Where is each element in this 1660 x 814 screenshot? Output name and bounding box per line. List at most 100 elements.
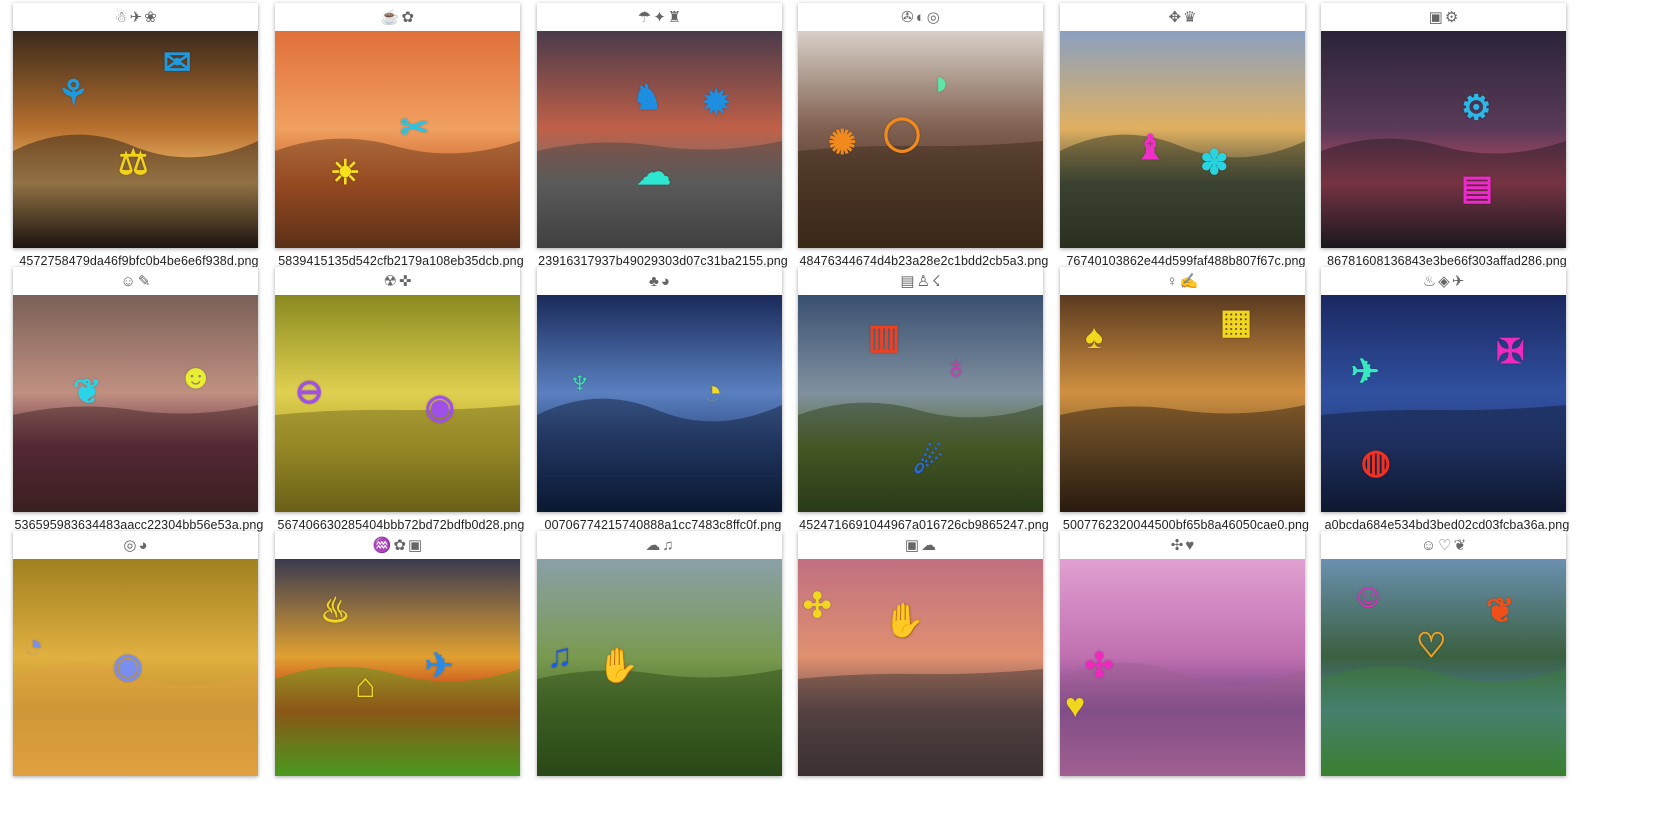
scene-image: ♠ ▦ bbox=[1060, 295, 1305, 512]
sticker-icon: ▦ bbox=[1220, 303, 1253, 341]
thumbnail[interactable]: ☢ ✜ ⊖ ◉ bbox=[275, 267, 520, 512]
scene-image: ⊖ ◉ bbox=[275, 295, 520, 512]
icon-strip: ▣ ⚙ bbox=[1321, 3, 1566, 31]
thumbnail[interactable]: ▤ ♙ ☇ ▥ ♁ ☄ bbox=[798, 267, 1043, 512]
scene-image: ♫ ✋ bbox=[537, 559, 782, 776]
thumbnail[interactable]: ✇ ◐ ◎ ◑ ✺ ◯ bbox=[798, 3, 1043, 248]
sticker-icon: ✂ bbox=[400, 109, 429, 147]
strip-icon: ☺ bbox=[120, 272, 136, 290]
strip-icon: ✥ bbox=[1168, 8, 1182, 26]
image-grid: ☃ ✈ ❀ ⚘ ✉ ⚖ 4572758479da46f9bfc0b4be6e6f938d.p… bbox=[0, 0, 1660, 814]
thumbnail[interactable]: ☁ ♫ ♫ ✋ bbox=[537, 531, 782, 776]
thumbnail[interactable]: ♣ ◕ ♆ ◔ bbox=[537, 267, 782, 512]
strip-icon: ♣ bbox=[649, 272, 659, 290]
image-tile[interactable]: ◎ ◕ ◔ ◉ bbox=[0, 528, 278, 808]
thumbnail[interactable]: ✥ ♛ ♝ ✽ bbox=[1060, 3, 1305, 248]
image-tile[interactable]: ☕ ✿ ✂ ☀ 5839415135d542cfb2179a108eb35dcb.png bbox=[262, 0, 540, 280]
strip-icon: ✣ bbox=[1170, 536, 1184, 554]
strip-icon: ✎ bbox=[137, 272, 151, 290]
sticker-icon: ◉ bbox=[113, 647, 143, 685]
strip-icon: ☁ bbox=[645, 536, 661, 554]
image-tile[interactable]: ✇ ◐ ◎ ◑ ✺ ◯ 48476344674d4b23a28e2c1bdd2cb5a3.p… bbox=[785, 0, 1063, 280]
image-tile[interactable]: ☁ ♫ ♫ ✋ bbox=[524, 528, 802, 808]
icon-strip: ▤ ♙ ☇ bbox=[798, 267, 1043, 295]
image-tile[interactable]: ☺ ♡ ❦ ☺ ❦ ♡ bbox=[1308, 528, 1586, 808]
strip-icon: ♙ bbox=[916, 272, 931, 290]
icon-strip: ☕ ✿ bbox=[275, 3, 520, 31]
sticker-icon: ⚖ bbox=[118, 144, 149, 182]
scene-image: ✣ ♥ bbox=[1060, 559, 1305, 776]
thumbnail[interactable]: ✣ ♥ ✣ ♥ bbox=[1060, 531, 1305, 776]
sticker-icon: ❦ bbox=[1486, 592, 1515, 630]
image-tile[interactable]: ▣ ☁ ✣ ✋ bbox=[785, 528, 1063, 808]
image-tile[interactable]: ☃ ✈ ❀ ⚘ ✉ ⚖ 4572758479da46f9bfc0b4be6e6f938d.p… bbox=[0, 0, 278, 280]
image-tile[interactable]: ✣ ♥ ✣ ♥ bbox=[1047, 528, 1325, 808]
thumbnail[interactable]: ▣ ☁ ✣ ✋ bbox=[798, 531, 1043, 776]
image-tile[interactable]: ♒ ✿ ▣ ♨ ⌂ ✈ bbox=[262, 528, 540, 808]
image-tile[interactable]: ♨ ◈ ✈ ✠ ✈ ◍ a0bcda684e534bd3bed02cd03fcba36a.p… bbox=[1308, 264, 1586, 544]
image-tile[interactable]: ☂ ✦ ♜ ♞ ✹ ☁ 23916317937b49029303d07c31ba2155.p… bbox=[524, 0, 802, 280]
thumbnail[interactable]: ♨ ◈ ✈ ✠ ✈ ◍ bbox=[1321, 267, 1566, 512]
sticker-icon: ✽ bbox=[1200, 144, 1229, 182]
scene-image: ✣ ✋ bbox=[798, 559, 1043, 776]
icon-strip: ♨ ◈ ✈ bbox=[1321, 267, 1566, 295]
sticker-icon: ✉ bbox=[163, 44, 192, 82]
strip-icon: ✍ bbox=[1179, 272, 1199, 290]
sticker-icon: ♝ bbox=[1135, 129, 1166, 167]
strip-icon: ♨ bbox=[1422, 272, 1437, 290]
icon-strip: ▣ ☁ bbox=[798, 531, 1043, 559]
sticker-icon: ✋ bbox=[597, 647, 640, 685]
thumbnail[interactable]: ☕ ✿ ✂ ☀ bbox=[275, 3, 520, 248]
scene-graphic bbox=[13, 295, 258, 512]
sticker-icon: ☺ bbox=[1351, 577, 1386, 615]
image-tile[interactable]: ▣ ⚙ ⚙ ▤ 86781608136843e3be66f303affad286.png bbox=[1308, 0, 1586, 280]
strip-icon: ✈ bbox=[1451, 272, 1465, 290]
strip-icon: ▣ bbox=[408, 536, 423, 554]
image-tile[interactable]: ☢ ✜ ⊖ ◉ 567406630285404bbb72bd72bdfb0d28.png bbox=[262, 264, 540, 544]
sticker-icon: ▥ bbox=[868, 318, 901, 356]
strip-icon: ☁ bbox=[921, 536, 937, 554]
scene-graphic bbox=[537, 295, 782, 512]
scene-image: ☺ ❦ ♡ bbox=[1321, 559, 1566, 776]
scene-graphic bbox=[537, 31, 782, 248]
image-tile[interactable]: ♀ ✍ ♠ ▦ 5007762320044500bf65b8a46050cae0.png bbox=[1047, 264, 1325, 544]
icon-strip: ☺ ♡ ❦ bbox=[1321, 531, 1566, 559]
sticker-icon: ⊖ bbox=[295, 373, 324, 411]
scene-image: ♝ ✽ bbox=[1060, 31, 1305, 248]
thumbnail[interactable]: ☺ ♡ ❦ ☺ ❦ ♡ bbox=[1321, 531, 1566, 776]
sticker-icon: ◔ bbox=[702, 373, 723, 411]
thumbnail[interactable]: ◎ ◕ ◔ ◉ bbox=[13, 531, 258, 776]
scene-graphic bbox=[275, 559, 520, 776]
icon-strip: ◎ ◕ bbox=[13, 531, 258, 559]
sticker-icon: ☻ bbox=[178, 358, 214, 396]
image-tile[interactable]: ▤ ♙ ☇ ▥ ♁ ☄ 4524716691044967a016726cb9865247.p… bbox=[785, 264, 1063, 544]
strip-icon: ▤ bbox=[900, 272, 915, 290]
thumbnail[interactable]: ▣ ⚙ ⚙ ▤ bbox=[1321, 3, 1566, 248]
thumbnail[interactable]: ☃ ✈ ❀ ⚘ ✉ ⚖ bbox=[13, 3, 258, 248]
strip-icon: ✜ bbox=[398, 272, 412, 290]
sticker-icon: ✈ bbox=[1351, 353, 1380, 391]
sticker-icon: ⚙ bbox=[1461, 89, 1492, 127]
sticker-icon: ♫ bbox=[547, 637, 573, 675]
scene-graphic bbox=[1321, 295, 1566, 512]
sticker-icon: ♨ bbox=[320, 592, 351, 630]
sticker-icon: ✣ bbox=[1085, 647, 1114, 685]
image-tile[interactable]: ♣ ◕ ♆ ◔ 00706774215740888a1cc7483c8ffc0f.png bbox=[524, 264, 802, 544]
thumbnail[interactable]: ♒ ✿ ▣ ♨ ⌂ ✈ bbox=[275, 531, 520, 776]
image-tile[interactable]: ✥ ♛ ♝ ✽ 76740103862e44d599faf488b807f67c.png bbox=[1047, 0, 1325, 280]
sticker-icon: ✋ bbox=[883, 602, 926, 640]
thumbnail[interactable]: ♀ ✍ ♠ ▦ bbox=[1060, 267, 1305, 512]
strip-icon: ◎ bbox=[926, 8, 940, 26]
thumbnail[interactable]: ☺ ✎ ❦ ☻ bbox=[13, 267, 258, 512]
strip-icon: ▣ bbox=[904, 536, 920, 554]
image-tile[interactable]: ☺ ✎ ❦ ☻ 536595983634483aacc22304bb56e53a.png bbox=[0, 264, 278, 544]
thumbnail[interactable]: ☂ ✦ ♜ ♞ ✹ ☁ bbox=[537, 3, 782, 248]
scene-image: ♆ ◔ bbox=[537, 295, 782, 512]
icon-strip: ✥ ♛ bbox=[1060, 3, 1305, 31]
strip-icon: ❀ bbox=[144, 8, 157, 26]
sticker-icon: ◯ bbox=[883, 114, 922, 152]
strip-icon: ☢ bbox=[383, 272, 397, 290]
strip-icon: ♀ bbox=[1166, 272, 1178, 290]
scene-graphic bbox=[13, 31, 258, 248]
sticker-icon: ◉ bbox=[425, 388, 455, 426]
